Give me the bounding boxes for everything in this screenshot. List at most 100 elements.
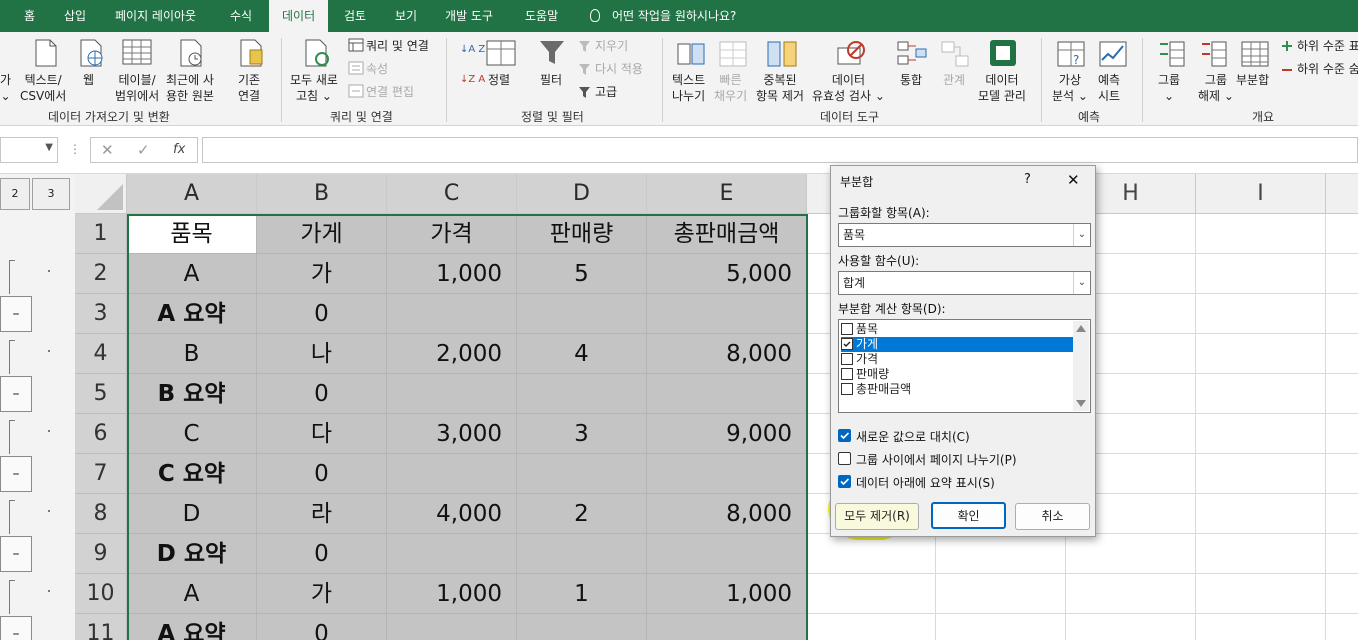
refresh-all-button[interactable]: 모두 새로 고침 ⌄ xyxy=(290,72,338,104)
cell-c3[interactable] xyxy=(387,294,517,334)
empty-cell[interactable] xyxy=(1066,574,1196,614)
cell-e5[interactable] xyxy=(647,374,807,414)
group-by-dropdown[interactable]: 품목 ⌄ xyxy=(838,223,1091,247)
cell-d5[interactable] xyxy=(517,374,647,414)
cell-b10[interactable]: 가 xyxy=(257,574,387,614)
cell-c7[interactable] xyxy=(387,454,517,494)
column-header-j[interactable] xyxy=(1326,174,1358,214)
from-table-range-button[interactable]: 테이블/범위에서 xyxy=(115,72,159,104)
subtotal-button[interactable]: 부분합 xyxy=(1236,72,1269,88)
row-header[interactable]: 3 xyxy=(75,294,127,334)
empty-cell[interactable] xyxy=(1196,534,1326,574)
cell-e3[interactable] xyxy=(647,294,807,334)
cell-c10[interactable]: 1,000 xyxy=(387,574,517,614)
cell-b4[interactable]: 나 xyxy=(257,334,387,374)
what-if-analysis-button[interactable]: 가상 분석 ⌄ xyxy=(1052,72,1088,104)
empty-cell[interactable] xyxy=(807,534,936,574)
manage-data-model-button[interactable]: 데이터 모델 관리 xyxy=(978,72,1026,104)
field-list-item[interactable]: 가격 xyxy=(841,352,1073,367)
empty-cell[interactable] xyxy=(1066,614,1196,640)
cancel-icon[interactable]: ✕ xyxy=(101,141,114,159)
unchecked-checkbox-icon[interactable] xyxy=(841,353,853,365)
close-icon[interactable]: ✕ xyxy=(1067,171,1080,189)
tell-me-search[interactable]: 어떤 작업을 원하시나요? xyxy=(590,0,736,32)
tab-home[interactable]: 홈 xyxy=(24,0,35,32)
empty-cell[interactable] xyxy=(1196,454,1326,494)
tab-help[interactable]: 도움말 xyxy=(525,0,558,32)
empty-cell[interactable] xyxy=(1326,454,1358,494)
cell-c2[interactable]: 1,000 xyxy=(387,254,517,294)
empty-cell[interactable] xyxy=(807,574,936,614)
cell-e11[interactable] xyxy=(647,614,807,640)
remove-all-button[interactable]: 모두 제거(R) xyxy=(835,503,919,530)
cell-d10[interactable]: 1 xyxy=(517,574,647,614)
empty-cell[interactable] xyxy=(1196,374,1326,414)
tab-view[interactable]: 보기 xyxy=(395,0,417,32)
cell-d6[interactable]: 3 xyxy=(517,414,647,454)
column-header-i[interactable]: I xyxy=(1196,174,1326,214)
empty-cell[interactable] xyxy=(1196,414,1326,454)
show-detail-button[interactable]: 하위 수준 표 xyxy=(1297,38,1358,54)
properties-button[interactable]: 속성 xyxy=(366,61,388,77)
cell-c4[interactable]: 2,000 xyxy=(387,334,517,374)
column-header-c[interactable]: C xyxy=(387,174,517,214)
empty-cell[interactable] xyxy=(1196,294,1326,334)
row-header[interactable]: 2 xyxy=(75,254,127,294)
filter-button[interactable]: 필터 xyxy=(540,72,562,88)
tab-data[interactable]: 데이터 xyxy=(269,0,329,32)
empty-cell[interactable] xyxy=(1326,374,1358,414)
group-button[interactable]: 그룹 ⌄ xyxy=(1158,72,1180,104)
empty-cell[interactable] xyxy=(1326,414,1358,454)
scroll-down-icon[interactable] xyxy=(1076,400,1086,407)
collapse-group-button[interactable]: – xyxy=(0,616,32,640)
cell-a11[interactable]: A 요약 xyxy=(127,614,257,640)
collapse-group-button[interactable]: – xyxy=(0,376,32,412)
cancel-button[interactable]: 취소 xyxy=(1015,503,1090,530)
cell-b6[interactable]: 다 xyxy=(257,414,387,454)
cell-d9[interactable] xyxy=(517,534,647,574)
name-box[interactable]: ▼ xyxy=(0,137,58,163)
outline-level-2-button[interactable]: 2 xyxy=(0,178,30,210)
cell-b2[interactable]: 가 xyxy=(257,254,387,294)
field-list-item[interactable]: 판매량 xyxy=(841,367,1073,382)
empty-cell[interactable] xyxy=(1196,214,1326,254)
empty-cell[interactable] xyxy=(1196,334,1326,374)
empty-cell[interactable] xyxy=(936,574,1066,614)
empty-cell[interactable] xyxy=(1326,574,1358,614)
empty-cell[interactable] xyxy=(1066,534,1196,574)
flash-fill-button[interactable]: 빠른 채우기 xyxy=(714,72,747,104)
cell-e6[interactable]: 9,000 xyxy=(647,414,807,454)
empty-cell[interactable] xyxy=(936,614,1066,640)
row-header[interactable]: 9 xyxy=(75,534,127,574)
cell-c8[interactable]: 4,000 xyxy=(387,494,517,534)
empty-cell[interactable] xyxy=(936,534,1066,574)
cell-e8[interactable]: 8,000 xyxy=(647,494,807,534)
cell-a7[interactable]: C 요약 xyxy=(127,454,257,494)
cell-a1[interactable]: 품목 xyxy=(127,214,257,254)
cell-e9[interactable] xyxy=(647,534,807,574)
cell-a3[interactable]: A 요약 xyxy=(127,294,257,334)
row-header[interactable]: 7 xyxy=(75,454,127,494)
column-header-a[interactable]: A xyxy=(127,174,257,214)
relationships-button[interactable]: 관계 xyxy=(943,72,965,88)
field-list-item[interactable]: 가게 xyxy=(841,337,1073,352)
empty-cell[interactable] xyxy=(1326,334,1358,374)
cell-d2[interactable]: 5 xyxy=(517,254,647,294)
tab-insert[interactable]: 삽입 xyxy=(64,0,86,32)
cell-c9[interactable] xyxy=(387,534,517,574)
empty-cell[interactable] xyxy=(1196,254,1326,294)
row-header[interactable]: 1 xyxy=(75,214,127,254)
reapply-button[interactable]: 다시 적용 xyxy=(595,61,643,77)
cell-a4[interactable]: B xyxy=(127,334,257,374)
field-list-item[interactable]: 품목 xyxy=(841,322,1073,337)
select-all-corner[interactable] xyxy=(75,174,127,214)
cell-a5[interactable]: B 요약 xyxy=(127,374,257,414)
get-data-cut-button[interactable]: 가 ⌄ xyxy=(0,72,11,104)
collapse-group-button[interactable]: – xyxy=(0,456,32,492)
cell-b1[interactable]: 가게 xyxy=(257,214,387,254)
unchecked-checkbox-icon[interactable] xyxy=(841,323,853,335)
unchecked-checkbox-icon[interactable] xyxy=(841,383,853,395)
cell-b8[interactable]: 라 xyxy=(257,494,387,534)
tab-review[interactable]: 검토 xyxy=(344,0,366,32)
consolidate-button[interactable]: 통합 xyxy=(900,72,922,88)
